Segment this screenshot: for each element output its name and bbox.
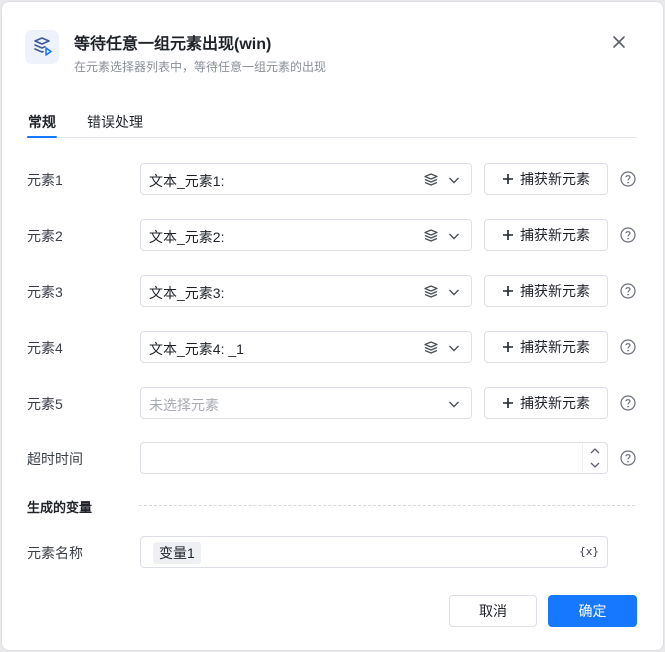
help-icon[interactable] [620, 227, 636, 243]
element-select[interactable]: 文本_元素4: _1 [140, 331, 472, 363]
help-icon[interactable] [620, 395, 636, 411]
capture-new-element-button[interactable]: 捕获新元素 [484, 275, 608, 307]
capture-new-element-button[interactable]: 捕获新元素 [484, 331, 608, 363]
timeout-label: 超时时间 [27, 451, 83, 467]
plus-icon [503, 174, 513, 184]
capture-button-label: 捕获新元素 [520, 171, 590, 187]
variable-row: 元素名称 变量1 {x} [27, 536, 639, 568]
help-icon[interactable] [620, 283, 636, 299]
element-select-value: 未选择元素 [149, 397, 219, 413]
chevron-down-icon[interactable] [447, 341, 461, 355]
plus-icon [503, 342, 513, 352]
timeout-stepper[interactable] [582, 444, 606, 472]
plus-icon [503, 230, 513, 240]
timeout-input[interactable] [140, 442, 608, 474]
dialog: 等待任意一组元素出现(win) 在元素选择器列表中，等待任意一组元素的出现 常规… [1, 1, 664, 651]
capture-new-element-button[interactable]: 捕获新元素 [484, 219, 608, 251]
element-picker-icon[interactable] [423, 172, 439, 188]
element-select-value: 文本_元素2: [149, 229, 225, 245]
chevron-down-icon[interactable] [583, 458, 606, 472]
variable-label: 元素名称 [27, 545, 83, 561]
chevron-up-icon[interactable] [583, 444, 606, 458]
help-icon[interactable] [620, 171, 636, 187]
chevron-down-icon[interactable] [447, 397, 461, 411]
element-select-value: 文本_元素4: _1 [149, 341, 244, 357]
plus-icon [503, 398, 513, 408]
element-picker-icon[interactable] [423, 228, 439, 244]
capture-new-element-button[interactable]: 捕获新元素 [484, 387, 608, 419]
tab-bar: 常规 错误处理 [26, 110, 637, 138]
timeout-row: 超时时间 [27, 442, 639, 474]
element-label: 元素5 [27, 396, 63, 412]
confirm-button[interactable]: 确定 [548, 595, 637, 627]
element-picker-icon[interactable] [423, 284, 439, 300]
element-row-4: 元素4 文本_元素4: _1 捕获新元素 [27, 331, 639, 363]
help-icon[interactable] [620, 450, 636, 466]
element-select-value: 文本_元素1: [149, 173, 225, 189]
dialog-title: 等待任意一组元素出现(win) [74, 36, 272, 53]
element-select-value: 文本_元素3: [149, 285, 225, 301]
element-label: 元素4 [27, 340, 63, 356]
capture-button-label: 捕获新元素 [520, 227, 590, 243]
help-icon[interactable] [620, 339, 636, 355]
chevron-down-icon[interactable] [447, 229, 461, 243]
close-icon[interactable] [609, 32, 629, 52]
dialog-subtitle: 在元素选择器列表中，等待任意一组元素的出现 [74, 60, 327, 74]
element-stack-icon [25, 30, 59, 64]
capture-button-label: 捕获新元素 [520, 339, 590, 355]
element-row-3: 元素3 文本_元素3: 捕获新元素 [27, 275, 639, 307]
dialog-header: 等待任意一组元素出现(win) 在元素选择器列表中，等待任意一组元素的出现 [25, 26, 643, 76]
element-select[interactable]: 文本_元素2: [140, 219, 472, 251]
element-label: 元素3 [27, 284, 63, 300]
element-select[interactable]: 文本_元素3: [140, 275, 472, 307]
tab-general[interactable]: 常规 [27, 112, 57, 138]
variable-name-input[interactable]: 变量1 {x} [140, 536, 608, 568]
element-row-5: 元素5 未选择元素 捕获新元素 [27, 387, 639, 419]
capture-button-label: 捕获新元素 [520, 395, 590, 411]
tab-error-handling[interactable]: 错误处理 [87, 112, 143, 132]
element-select[interactable]: 文本_元素1: [140, 163, 472, 195]
element-row-1: 元素1 文本_元素1: 捕获新元素 [27, 163, 639, 195]
section-divider [139, 505, 635, 506]
chevron-down-icon[interactable] [447, 285, 461, 299]
variable-tag[interactable]: 变量1 [153, 542, 201, 564]
plus-icon [503, 286, 513, 296]
element-label: 元素1 [27, 172, 63, 188]
element-picker-icon[interactable] [423, 340, 439, 356]
section-title: 生成的变量 [27, 500, 93, 515]
element-label: 元素2 [27, 228, 63, 244]
element-row-2: 元素2 文本_元素2: 捕获新元素 [27, 219, 639, 251]
chevron-down-icon[interactable] [447, 173, 461, 187]
output-section-header: 生成的变量 [27, 496, 637, 516]
variable-fx-icon[interactable]: {x} [579, 545, 599, 558]
cancel-button[interactable]: 取消 [449, 595, 537, 627]
capture-button-label: 捕获新元素 [520, 283, 590, 299]
capture-new-element-button[interactable]: 捕获新元素 [484, 163, 608, 195]
element-select[interactable]: 未选择元素 [140, 387, 472, 419]
